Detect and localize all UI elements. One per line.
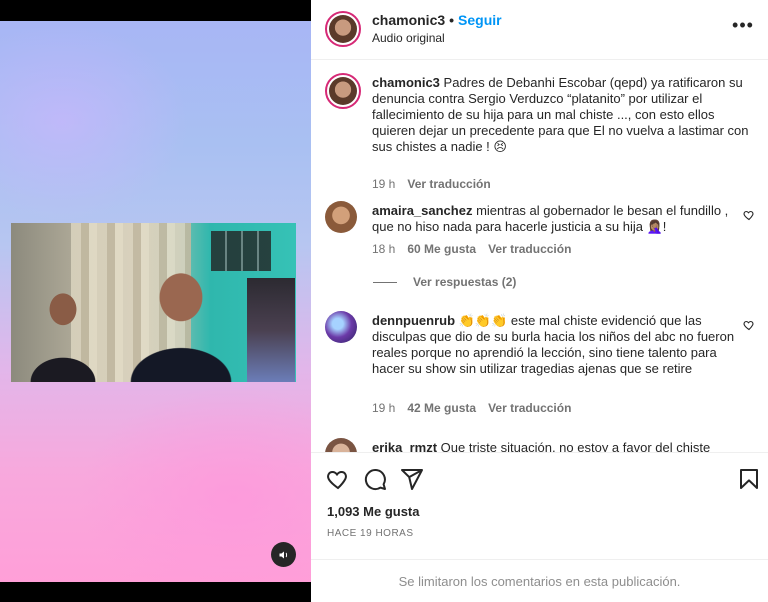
- comment-username[interactable]: erika_rmzt: [372, 440, 437, 452]
- follow-button[interactable]: Seguir: [458, 12, 502, 28]
- caption-text-block: chamonic3 Padres de Debanhi Escobar (qep…: [372, 75, 752, 155]
- comment-text-block: dennpuenrub 👏👏👏 este mal chiste evidenci…: [372, 313, 747, 377]
- audio-link[interactable]: Audio original: [372, 31, 445, 45]
- comment-username[interactable]: dennpuenrub: [372, 313, 455, 328]
- comment-icon[interactable]: [363, 467, 387, 491]
- like-comment-icon[interactable]: [743, 319, 755, 331]
- sound-icon: [279, 551, 287, 558]
- separator-dot: •: [449, 12, 455, 28]
- comment-item: erika_rmzt Que triste situación, no esto…: [325, 438, 755, 452]
- author-username[interactable]: chamonic3: [372, 12, 445, 28]
- caption-translate-link[interactable]: Ver traducción: [407, 177, 490, 191]
- comment-text-block: erika_rmzt Que triste situación, no esto…: [372, 440, 747, 452]
- sound-toggle-button[interactable]: [271, 542, 296, 567]
- post-actions: 1,093 Me gusta HACE 19 HORAS Se limitaro…: [311, 452, 768, 602]
- comment-avatar[interactable]: [325, 201, 357, 233]
- view-replies-button[interactable]: Ver respuestas (2): [373, 275, 516, 289]
- comment-text-block: amaira_sanchez mientras al gobernador le…: [372, 203, 747, 235]
- heart-icon[interactable]: [326, 467, 350, 491]
- comment-text: Que triste situación, no estoy a favor d…: [440, 440, 711, 452]
- comment-likes[interactable]: 60 Me gusta: [407, 242, 476, 256]
- caption-avatar[interactable]: [325, 73, 361, 109]
- post-sidebar: chamonic3 • Seguir Audio original ••• cham…: [311, 0, 768, 602]
- comments-limited-notice: Se limitaron los comentarios en esta pub…: [311, 559, 768, 602]
- comment-avatar[interactable]: [325, 438, 357, 452]
- comment-avatar[interactable]: [325, 311, 357, 343]
- comment-time[interactable]: 18 h: [372, 242, 395, 256]
- comment-time[interactable]: 19 h: [372, 401, 395, 415]
- video-person-woman: [23, 281, 103, 382]
- post-likes-count[interactable]: 1,093 Me gusta: [327, 504, 420, 519]
- instagram-post-view: chamonic3 • Seguir Audio original ••• cham…: [0, 0, 768, 602]
- comment-translate-link[interactable]: Ver traducción: [488, 242, 571, 256]
- comment-likes[interactable]: 42 Me gusta: [407, 401, 476, 415]
- comments-list: chamonic3 Padres de Debanhi Escobar (qep…: [311, 61, 768, 452]
- video-poster: [247, 278, 295, 382]
- share-icon[interactable]: [400, 467, 424, 491]
- comment-translate-link[interactable]: Ver traducción: [488, 401, 571, 415]
- post-header: chamonic3 • Seguir Audio original •••: [311, 0, 768, 60]
- more-options-icon[interactable]: •••: [732, 16, 754, 38]
- video-person-man: [121, 261, 241, 382]
- author-line: chamonic3 • Seguir: [372, 12, 502, 28]
- post-timestamp[interactable]: HACE 19 HORAS: [327, 528, 414, 539]
- bookmark-icon[interactable]: [737, 467, 761, 491]
- caption-meta: 19 h Ver traducción: [372, 177, 503, 191]
- comment-item: dennpuenrub 👏👏👏 este mal chiste evidenci…: [325, 311, 755, 421]
- comment-meta: 18 h 60 Me gusta Ver traducción: [372, 242, 583, 256]
- comment-meta: 19 h 42 Me gusta Ver traducción: [372, 401, 583, 415]
- video-frame[interactable]: [11, 223, 296, 382]
- media-panel: [0, 0, 311, 602]
- author-avatar[interactable]: [325, 11, 361, 47]
- caption-time[interactable]: 19 h: [372, 177, 395, 191]
- comment-username[interactable]: amaira_sanchez: [372, 203, 472, 218]
- caption-username[interactable]: chamonic3: [372, 75, 440, 90]
- caption-item: chamonic3 Padres de Debanhi Escobar (qep…: [325, 73, 755, 191]
- like-comment-icon[interactable]: [743, 209, 755, 221]
